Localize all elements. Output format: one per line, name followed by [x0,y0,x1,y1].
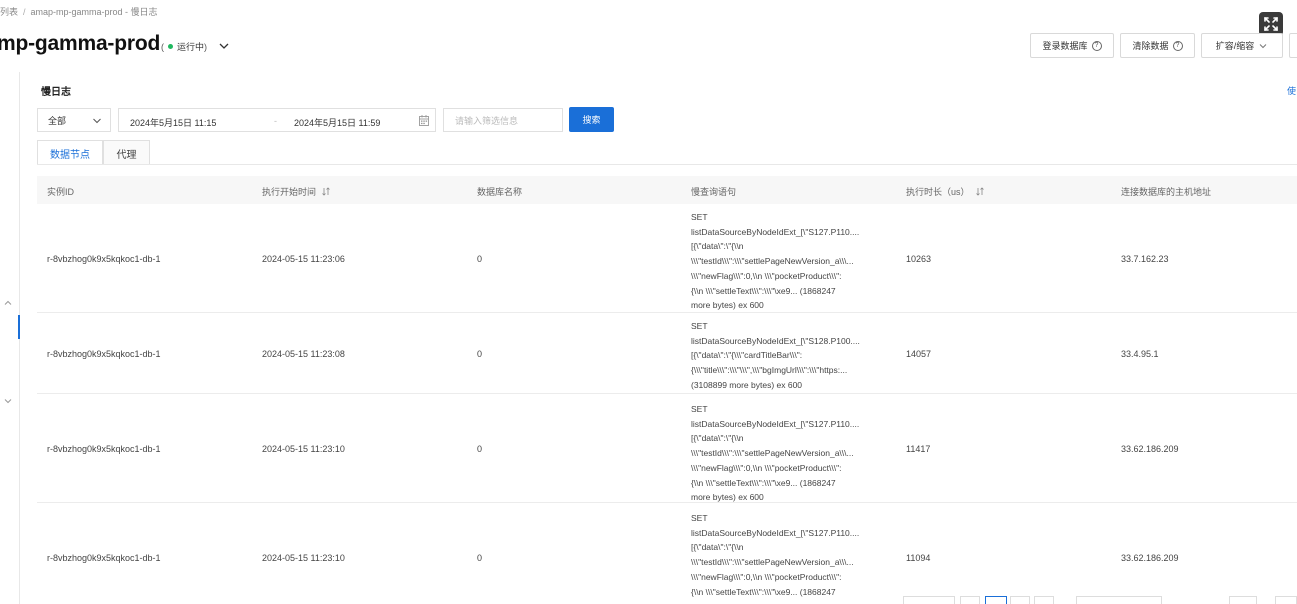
pagination-next[interactable] [1275,596,1297,604]
pagination-jump-input[interactable] [1229,596,1257,604]
column-header-instance-id: 实例ID [47,185,74,198]
chevron-down-icon [93,118,101,124]
chevron-up-icon[interactable] [3,298,13,308]
tabs-divider [37,164,1297,165]
keyword-filter-input[interactable]: 请输入筛选信息 [443,108,563,132]
table-row: r-8vbzhog0k9x5kqkoc1-db-1 2024-05-15 11:… [37,204,1297,313]
left-rail-active-indicator [18,315,20,339]
page-title: mp-gamma-prod [0,32,161,55]
cell-instance-id: r-8vbzhog0k9x5kqkoc1-db-1 [47,553,161,563]
date-start[interactable]: 2024年5月15日 11:15 [130,116,216,129]
tab-data-node[interactable]: 数据节点 [37,140,103,165]
pagination-page[interactable] [960,596,980,604]
chevron-down-icon [1259,43,1267,48]
column-header-label: 实例ID [47,187,75,197]
cell-duration: 14057 [906,349,932,359]
table-row: r-8vbzhog0k9x5kqkoc1-db-1 2024-05-15 11:… [37,503,1297,604]
cell-start-time: 2024-05-15 11:23:06 [262,254,345,264]
cell-instance-id: r-8vbzhog0k9x5kqkoc1-db-1 [47,254,161,264]
right-edge-link[interactable]: 使 [1287,84,1296,97]
pagination-page[interactable] [1034,596,1054,604]
cell-duration: 11094 [906,553,931,563]
scale-dropdown-button[interactable]: 扩容/缩容 [1201,33,1283,58]
table-row: r-8vbzhog0k9x5kqkoc1-db-1 2024-05-15 11:… [37,313,1297,394]
help-circle-icon: ? [1091,40,1102,51]
pagination-prev[interactable] [903,596,955,604]
tab-proxy[interactable]: 代理 [103,140,150,165]
cell-duration: 10263 [906,254,932,264]
column-header-label: 执行时长（us） [906,187,970,197]
chevron-down-icon[interactable] [218,40,230,52]
keyword-filter-placeholder: 请输入筛选信息 [455,115,519,126]
column-header-duration[interactable]: 执行时长（us） [906,185,984,198]
breadcrumb: 列表 / amap-mp-gamma-prod - 慢日志 [0,5,158,18]
cell-host: 33.62.186.209 [1121,553,1179,563]
chevron-down-icon[interactable] [3,396,13,406]
pagination-page-current[interactable] [985,596,1007,604]
pagination-size-select[interactable] [1076,596,1162,604]
cell-start-time: 2024-05-15 11:23:10 [262,553,345,563]
status-dot-icon [168,44,173,49]
cell-instance-id: r-8vbzhog0k9x5kqkoc1-db-1 [47,444,161,454]
cell-instance-id: r-8vbzhog0k9x5kqkoc1-db-1 [47,349,161,359]
scale-label: 扩容/缩容 [1215,41,1255,51]
date-end[interactable]: 2024年5月15日 11:59 [294,116,380,129]
date-separator: - [274,116,277,126]
cell-db-name: 0 [477,444,483,454]
column-header-label: 数据库名称 [477,187,523,197]
cell-host: 33.4.95.1 [1121,349,1159,359]
cell-slow-query: SET listDataSourceByNodeIdExt_[\"S127.P1… [691,513,860,597]
column-header-label: 连接数据库的主机地址 [1121,187,1212,197]
filter-select-value: 全部 [48,115,67,126]
cell-slow-query: SET listDataSourceByNodeIdExt_[\"S127.P1… [691,212,860,311]
login-db-button[interactable]: 登录数据库 ? [1030,33,1114,58]
cell-slow-query: SET listDataSourceByNodeIdExt_[\"S127.P1… [691,404,860,503]
cell-db-name: 0 [477,553,483,563]
pagination-page[interactable] [1010,596,1030,604]
column-header-label: 慢查询语句 [691,187,737,197]
table-header: 实例ID 执行开始时间 数据库名称 慢查询语句 执行时长（us） 连接数据库的主… [37,176,1297,204]
status-text: 运行中 [177,42,205,52]
cell-host: 33.62.186.209 [1121,444,1179,454]
clear-data-button[interactable]: 清除数据 ? [1120,33,1195,58]
column-header-host: 连接数据库的主机地址 [1121,185,1211,198]
column-header-db-name: 数据库名称 [477,185,522,198]
cell-duration: 11417 [906,444,931,454]
cell-slow-query: SET listDataSourceByNodeIdExt_[\"S128.P1… [691,321,860,390]
column-header-label: 执行开始时间 [262,187,317,197]
table-row: r-8vbzhog0k9x5kqkoc1-db-1 2024-05-15 11:… [37,394,1297,503]
cell-db-name: 0 [477,254,483,264]
breadcrumb-separator: / [23,7,26,17]
column-header-start-time[interactable]: 执行开始时间 [262,185,330,198]
filter-select[interactable]: 全部 [37,108,111,132]
status-badge: ( 运行中 ) [161,40,207,53]
breadcrumb-parent[interactable]: 列表 [0,7,18,17]
cell-start-time: 2024-05-15 11:23:10 [262,444,345,454]
column-header-slow-query: 慢查询语句 [691,185,736,198]
cell-host: 33.7.162.23 [1121,254,1169,264]
cell-db-name: 0 [477,349,483,359]
clear-data-label: 清除数据 [1132,41,1169,51]
status-paren-open: ( [161,41,164,52]
date-range-picker[interactable]: 2024年5月15日 11:15 - 2024年5月15日 11:59 [118,108,436,132]
status-paren-close: ) [204,41,208,52]
help-circle-icon: ? [1172,40,1183,51]
cell-start-time: 2024-05-15 11:23:08 [262,349,345,359]
search-button[interactable]: 搜索 [569,107,614,132]
calendar-icon [419,115,429,126]
sort-icon[interactable] [322,187,330,196]
section-title: 慢日志 [41,87,71,98]
breadcrumb-current: amap-mp-gamma-prod - 慢日志 [30,7,158,17]
sort-icon[interactable] [975,187,984,196]
more-button[interactable] [1289,33,1297,58]
login-db-label: 登录数据库 [1042,41,1088,51]
